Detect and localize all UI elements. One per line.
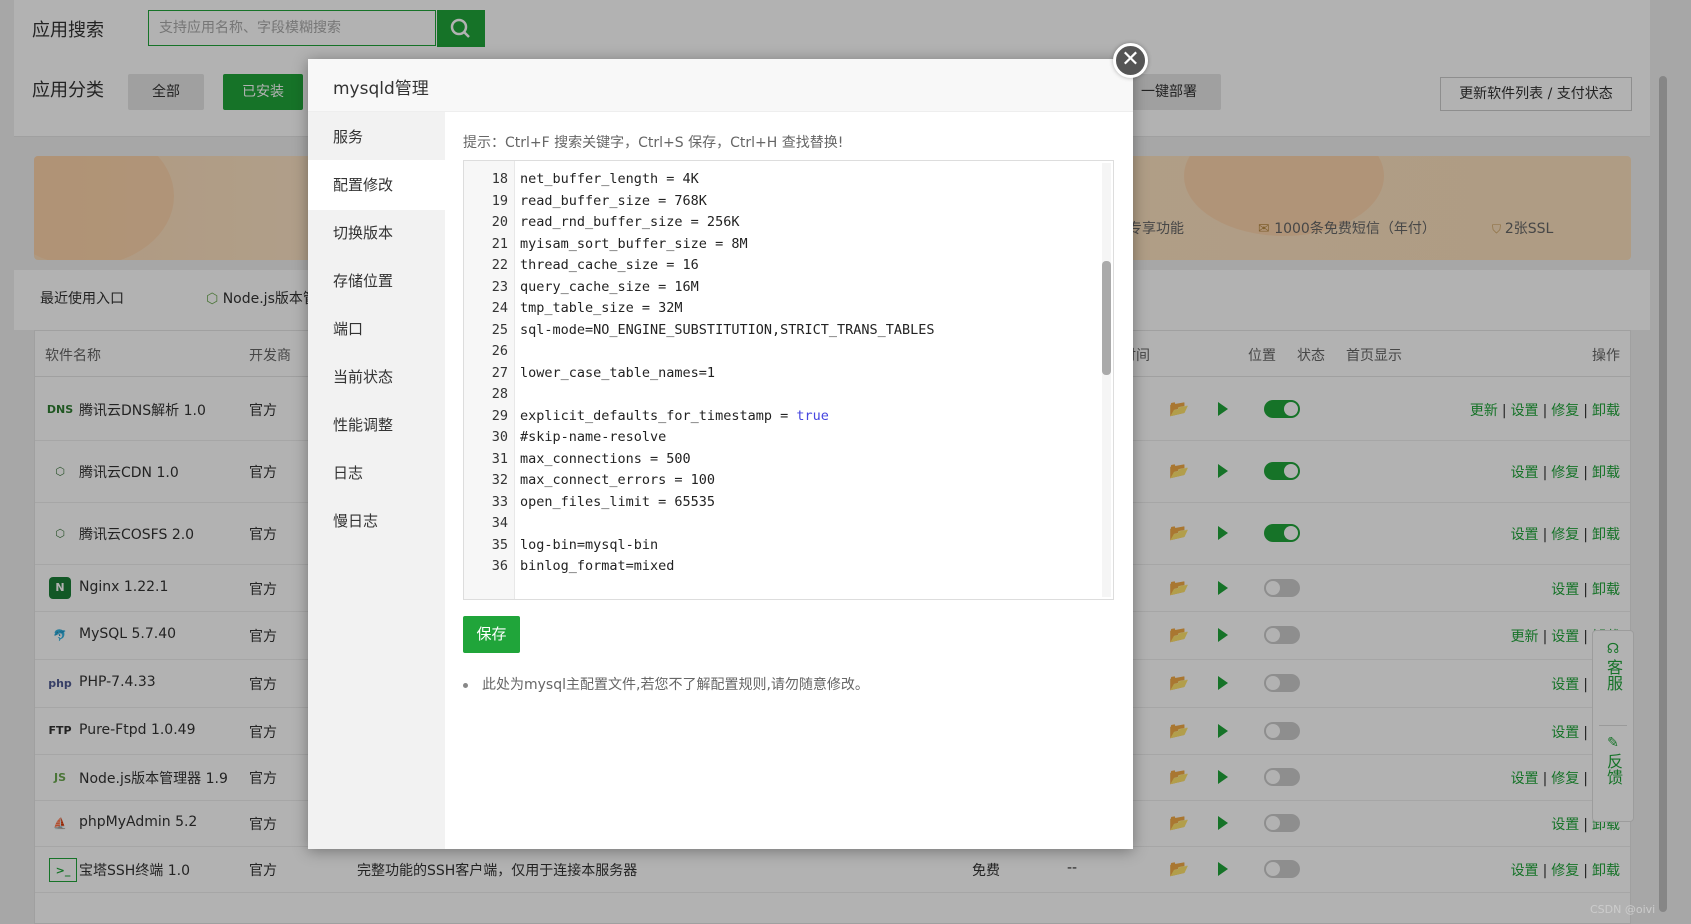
config-note: 此处为mysql主配置文件,若您不了解配置规则,请勿随意修改。	[463, 674, 869, 694]
dialog-header: mysqld管理	[308, 59, 1133, 112]
line-text: #skip-name-resolve	[520, 429, 667, 445]
dialog-title: mysqld管理	[333, 79, 429, 99]
dialog-menu-item[interactable]: 存储位置	[308, 256, 445, 306]
line-text: explicit_defaults_for_timestamp = true	[520, 407, 829, 424]
dialog-menu-item[interactable]: 端口	[308, 304, 445, 354]
line-number: 35	[491, 536, 508, 553]
dialog-menu-item[interactable]: 当前状态	[308, 352, 445, 402]
line-text: binlog_format=mixed	[520, 558, 675, 574]
line-number: 22	[491, 257, 508, 273]
code-line[interactable]: 19 read_buffer_size = 768K	[464, 190, 1084, 213]
code-line[interactable]: 35 log-bin=mysql-bin	[464, 534, 1084, 557]
editor-scrollbar-thumb[interactable]	[1102, 261, 1111, 375]
line-number: 28	[491, 386, 508, 402]
code-line[interactable]: 25 sql-mode=NO_ENGINE_SUBSTITUTION,STRICT…	[464, 319, 1084, 342]
line-number: 30	[491, 429, 508, 445]
dialog-menu-item[interactable]: 配置修改	[308, 160, 445, 210]
shortcut-tip: 提示：Ctrl+F 搜索关键字，Ctrl+S 保存，Ctrl+H 查找替换!	[463, 135, 844, 151]
line-text: read_buffer_size = 768K	[520, 192, 707, 209]
code-line[interactable]: 36 binlog_format=mixed	[464, 555, 1084, 578]
dialog-menu-item[interactable]: 性能调整	[308, 400, 445, 450]
code-line[interactable]: 27 lower_case_table_names=1	[464, 362, 1084, 385]
line-number: 33	[491, 493, 508, 510]
code-line[interactable]: 31 max_connections = 500	[464, 448, 1084, 471]
config-editor[interactable]: 18 net_buffer_length = 4K 19 read_buffer_si…	[463, 160, 1114, 600]
dialog-menu-item[interactable]: 服务	[308, 112, 445, 162]
line-text: tmp_table_size = 32M	[520, 300, 683, 316]
close-icon[interactable]: ✕	[1113, 43, 1148, 78]
save-button[interactable]: 保存	[463, 616, 520, 653]
code-line[interactable]: 26	[464, 340, 1084, 363]
line-number: 21	[491, 235, 508, 252]
line-number: 19	[491, 192, 508, 209]
code-line[interactable]: 29 explicit_defaults_for_timestamp = true	[464, 405, 1084, 428]
line-number: 25	[491, 321, 508, 338]
dialog-menu-item[interactable]: 日志	[308, 448, 445, 498]
code-line[interactable]: 24 tmp_table_size = 32M	[464, 297, 1084, 320]
line-number: 31	[491, 450, 508, 467]
code-line[interactable]: 21 myisam_sort_buffer_size = 8M	[464, 233, 1084, 256]
line-text: lower_case_table_names=1	[520, 364, 716, 381]
line-number: 26	[491, 343, 508, 359]
line-text: thread_cache_size = 16	[520, 257, 699, 273]
line-number: 34	[491, 515, 508, 531]
line-number: 18	[491, 171, 508, 187]
code-line[interactable]: 23 query_cache_size = 16M	[464, 276, 1084, 299]
line-number: 32	[491, 472, 508, 488]
line-text: sql-mode=NO_ENGINE_SUBSTITUTION,STRICT_T…	[520, 321, 935, 338]
line-text: max_connections = 500	[520, 450, 691, 467]
line-number: 27	[491, 364, 508, 381]
dialog-menu-item[interactable]: 切换版本	[308, 208, 445, 258]
code-line[interactable]: 22 thread_cache_size = 16	[464, 254, 1084, 277]
line-text: read_rnd_buffer_size = 256K	[520, 214, 740, 230]
line-number: 36	[491, 558, 508, 574]
line-number: 23	[491, 278, 508, 295]
line-text: open_files_limit = 65535	[520, 493, 716, 510]
bullet-icon	[463, 682, 468, 688]
dialog-menu: 服务 配置修改 切换版本 存储位置 端口 当前状态 性能调整 日志 慢日志	[308, 112, 445, 849]
line-number: 29	[491, 407, 508, 424]
line-text: net_buffer_length = 4K	[520, 171, 699, 187]
dialog-content: 提示：Ctrl+F 搜索关键字，Ctrl+S 保存，Ctrl+H 查找替换! 1…	[445, 112, 1133, 849]
code-line[interactable]: 34	[464, 512, 1084, 535]
line-number: 20	[491, 214, 508, 230]
editor-scrollbar[interactable]	[1102, 163, 1111, 597]
mysqld-manage-dialog: mysqld管理 服务 配置修改 切换版本 存储位置 端口 当前状态 性能调整 日志 慢日志 提…	[308, 59, 1133, 849]
code-line[interactable]: 33 open_files_limit = 65535	[464, 491, 1084, 514]
line-text: myisam_sort_buffer_size = 8M	[520, 235, 748, 252]
code-line[interactable]: 30 #skip-name-resolve	[464, 426, 1084, 449]
code-line[interactable]: 28	[464, 383, 1084, 406]
line-text: max_connect_errors = 100	[520, 472, 716, 488]
watermark: CSDN @oivi	[1590, 903, 1656, 916]
line-number: 24	[491, 300, 508, 316]
line-text: query_cache_size = 16M	[520, 278, 699, 295]
code-line[interactable]: 18 net_buffer_length = 4K	[464, 168, 1084, 191]
dialog-menu-item[interactable]: 慢日志	[308, 496, 445, 546]
code-line[interactable]: 32 max_connect_errors = 100	[464, 469, 1084, 492]
line-text: log-bin=mysql-bin	[520, 536, 659, 553]
code-line[interactable]: 20 read_rnd_buffer_size = 256K	[464, 211, 1084, 234]
